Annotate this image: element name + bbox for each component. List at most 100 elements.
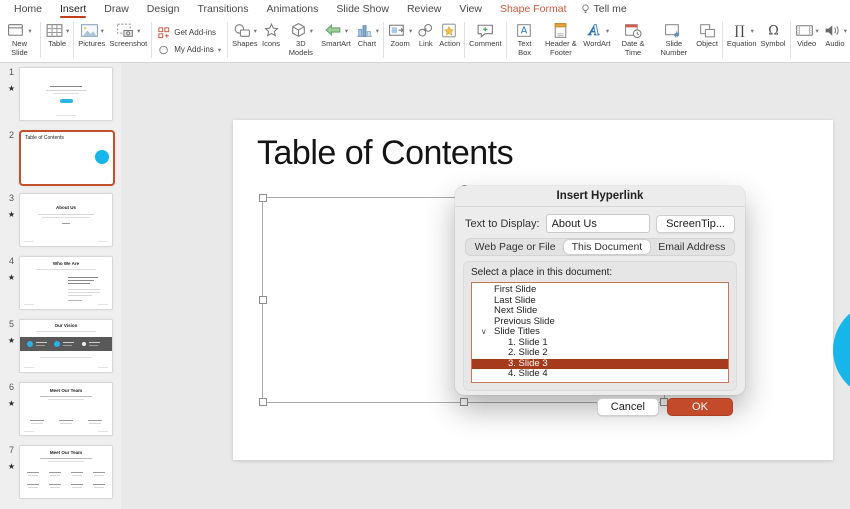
list-item-slide-titles[interactable]: Slide Titles [472, 327, 728, 338]
slide-6-title: Meet Our Team [20, 389, 112, 394]
pictures-icon [80, 22, 99, 39]
audio-button[interactable]: Audio [821, 20, 849, 50]
menu-tab-view[interactable]: View [450, 1, 491, 18]
new-slide-button[interactable]: New Slide [1, 20, 38, 58]
slide-2-preview[interactable]: Table of Contents [19, 130, 115, 186]
list-item-next-slide[interactable]: Next Slide [472, 306, 728, 317]
zoom-button[interactable]: Zoom [386, 20, 414, 50]
animation-star-icon [8, 272, 15, 282]
symbol-button[interactable]: Ω Symbol [759, 20, 788, 50]
svg-text:A: A [521, 26, 528, 37]
slide-thumbnail-5[interactable]: 5 Our Vision [4, 319, 117, 372]
header-footer-button[interactable]: Header & Footer [540, 20, 581, 58]
place-list: First Slide Last Slide Next Slide Previo… [471, 282, 729, 383]
video-button[interactable]: Video [793, 20, 821, 50]
text-to-display-input[interactable] [546, 214, 651, 233]
wordart-icon: A [585, 22, 604, 39]
menu-tab-draw[interactable]: Draw [95, 1, 138, 18]
pictures-button[interactable]: Pictures [76, 20, 107, 50]
icons-icon [262, 22, 281, 39]
table-button[interactable]: Table [43, 20, 71, 50]
tab-email-address[interactable]: Email Address [650, 240, 733, 254]
smartart-button[interactable]: SmartArt [319, 20, 353, 50]
menu-tab-design[interactable]: Design [138, 1, 189, 18]
menu-tab-shape-format[interactable]: Shape Format [491, 1, 576, 18]
shapes-icon [233, 22, 252, 39]
animation-star-icon [8, 398, 15, 408]
zoom-icon [388, 22, 407, 39]
powerpoint-window: Home Insert Draw Design Transitions Anim… [0, 0, 850, 509]
screentip-button[interactable]: ScreenTip... [656, 215, 735, 233]
lightbulb-icon [580, 3, 591, 15]
slide-7-preview[interactable]: Meet Our Team [19, 445, 113, 499]
tell-me-button[interactable]: Tell me [580, 3, 627, 15]
symbol-icon: Ω [764, 22, 783, 39]
slide-4-preview[interactable]: Who We Are [19, 256, 113, 310]
comment-button[interactable]: Comment [467, 20, 504, 50]
my-addins-icon [158, 44, 170, 56]
text-to-display-label: Text to Display: [465, 218, 540, 230]
slide-4-title: Who We Are [20, 262, 112, 267]
3d-models-button[interactable]: 3D Models [283, 20, 320, 58]
slide-1-number: 1 [9, 67, 14, 77]
menu-tab-review[interactable]: Review [398, 1, 450, 18]
resize-handle-top-left[interactable] [259, 194, 267, 202]
slide-thumbnail-2[interactable]: 2 Table of Contents [4, 130, 117, 183]
resize-handle-bottom-left[interactable] [259, 398, 267, 406]
action-icon [440, 22, 459, 39]
slide-4-number: 4 [9, 256, 14, 266]
chart-button[interactable]: Chart [353, 20, 381, 50]
new-slide-icon [7, 22, 26, 39]
link-button[interactable]: Link [414, 20, 437, 50]
slide-thumbnail-6[interactable]: 6 Meet Our Team [4, 382, 117, 435]
menu-tab-animations[interactable]: Animations [257, 1, 327, 18]
slide-title-text[interactable]: Table of Contents [257, 134, 513, 173]
date-time-icon [624, 22, 643, 39]
slide-thumbnail-3[interactable]: 3 About Us [4, 193, 117, 246]
my-addins-button[interactable]: My Add-ins [158, 44, 221, 56]
menu-tab-transitions[interactable]: Transitions [188, 1, 257, 18]
text-box-button[interactable]: A Text Box [509, 20, 541, 58]
ok-button[interactable]: OK [667, 398, 733, 416]
slide-thumbnail-4[interactable]: 4 Who We Are [4, 256, 117, 309]
animation-star-icon [8, 335, 15, 345]
slide-thumbnail-panel: 1 2 Table of Contents 3 [0, 61, 121, 509]
wordart-button[interactable]: A WordArt [581, 20, 612, 50]
list-item-slide-4[interactable]: 4. Slide 4 [472, 369, 728, 380]
slide-7-number: 7 [9, 445, 14, 455]
list-item-slide-2[interactable]: 2. Slide 2 [472, 348, 728, 359]
menu-tab-home[interactable]: Home [5, 1, 51, 18]
menu-tab-slide-show[interactable]: Slide Show [327, 1, 398, 18]
slide-1-preview[interactable] [19, 67, 113, 121]
insert-hyperlink-dialog: Insert Hyperlink Text to Display: Screen… [455, 186, 745, 395]
slide-5-preview[interactable]: Our Vision [19, 319, 113, 373]
equation-button[interactable]: ∏ Equation [725, 20, 759, 50]
svg-text:∏: ∏ [734, 23, 744, 38]
slide-3-preview[interactable]: About Us [19, 193, 113, 247]
blue-circle-shape[interactable] [833, 302, 850, 398]
icons-button[interactable]: Icons [260, 20, 283, 50]
slide-3-title: About Us [20, 206, 112, 211]
cancel-button[interactable]: Cancel [597, 398, 659, 416]
shapes-button[interactable]: Shapes [230, 20, 259, 50]
date-time-button[interactable]: Date & Time [613, 20, 654, 58]
slide-6-number: 6 [9, 382, 14, 392]
animation-star-icon [8, 209, 15, 219]
slide-6-preview[interactable]: Meet Our Team [19, 382, 113, 436]
slide-thumbnail-7[interactable]: 7 Meet Our Team [4, 445, 117, 498]
slide-thumbnail-1[interactable]: 1 [4, 67, 117, 120]
slide-2-number: 2 [9, 130, 14, 140]
list-item-first-slide[interactable]: First Slide [472, 285, 728, 296]
object-button[interactable]: Object [694, 20, 720, 50]
slide-5-number: 5 [9, 319, 14, 329]
screenshot-button[interactable]: Screenshot [107, 20, 149, 50]
action-button[interactable]: Action [437, 20, 462, 50]
slide-number-button[interactable]: # Slide Number [653, 20, 694, 58]
svg-text:#: # [674, 30, 681, 39]
menu-tab-insert[interactable]: Insert [51, 1, 95, 18]
tab-web-page-or-file[interactable]: Web Page or File [467, 240, 564, 254]
tab-this-document[interactable]: This Document [564, 240, 651, 254]
get-addins-button[interactable]: Get Add-ins [158, 27, 221, 39]
resize-handle-mid-left[interactable] [259, 296, 267, 304]
3d-models-icon [289, 22, 308, 39]
